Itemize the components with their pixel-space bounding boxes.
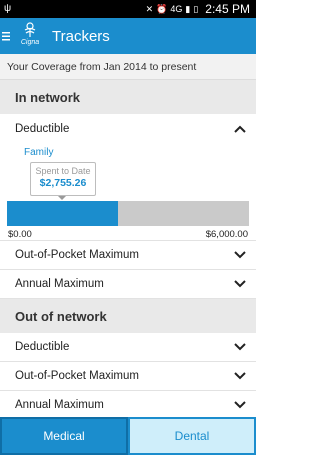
chevron-down-icon[interactable] [234,401,246,409]
out-of-network-out-of-pocket-row[interactable]: Out-of-Pocket Maximum [0,362,256,391]
out-of-network-deductible-row[interactable]: Deductible [0,333,256,362]
in-network-deductible-row[interactable]: Deductible [0,114,256,143]
annual-max-label: Annual Maximum [15,399,104,411]
tab-medical[interactable]: Medical [0,417,128,455]
chevron-down-icon[interactable] [234,280,246,288]
usb-icon: ψ [4,3,12,14]
chevron-down-icon[interactable] [234,251,246,259]
tree-of-life-icon [24,22,36,37]
tab-dental[interactable]: Dental [128,417,256,455]
annual-max-label: Annual Maximum [15,278,104,290]
cigna-logo[interactable]: Cigna [18,21,42,51]
chevron-up-icon[interactable] [234,125,246,133]
in-network-header: In network [0,80,256,114]
spent-to-date-tooltip: Spent to Date $2,755.26 [30,162,96,196]
out-of-network-annual-max-row[interactable]: Annual Maximum [0,391,256,420]
logo-text: Cigna [20,39,40,46]
coverage-type-label: Family [24,147,54,158]
app-bar: Cigna Trackers [0,18,256,54]
tooltip-caret-icon [58,196,66,200]
out-of-pocket-label: Out-of-Pocket Maximum [15,249,139,261]
status-bar: ψ ✕ ⏰ 4G ▮ ▯ 2:45 PM [0,0,256,18]
alarm-icon: ⏰ [156,3,168,14]
signal-icon: ▮ [185,3,191,14]
spent-label: Spent to Date [35,166,91,176]
spent-value: $2,755.26 [39,177,87,189]
progress-max-label: $6,000.00 [205,229,248,240]
deductible-progress-fill [7,201,119,226]
in-network-annual-max-row[interactable]: Annual Maximum [0,270,256,299]
menu-icon[interactable] [0,18,14,54]
network-type: 4G [170,4,183,14]
deductible-label: Deductible [15,122,70,135]
deductible-label: Deductible [15,341,70,353]
status-time: 2:45 PM [205,2,250,16]
mute-icon: ✕ [145,3,154,14]
coverage-period: Your Coverage from Jan 2014 to present [0,54,256,80]
chevron-down-icon[interactable] [234,343,246,351]
chevron-down-icon[interactable] [234,372,246,380]
in-network-out-of-pocket-row[interactable]: Out-of-Pocket Maximum [0,241,256,270]
out-of-network-header: Out of network [0,299,256,333]
deductible-progress-bar [7,201,249,226]
progress-min-label: $0.00 [8,229,32,240]
page-title: Trackers [52,27,110,45]
coverage-tab-bar: Medical Dental [0,417,256,455]
battery-icon: ▯ [193,3,199,14]
out-of-pocket-label: Out-of-Pocket Maximum [15,370,139,382]
